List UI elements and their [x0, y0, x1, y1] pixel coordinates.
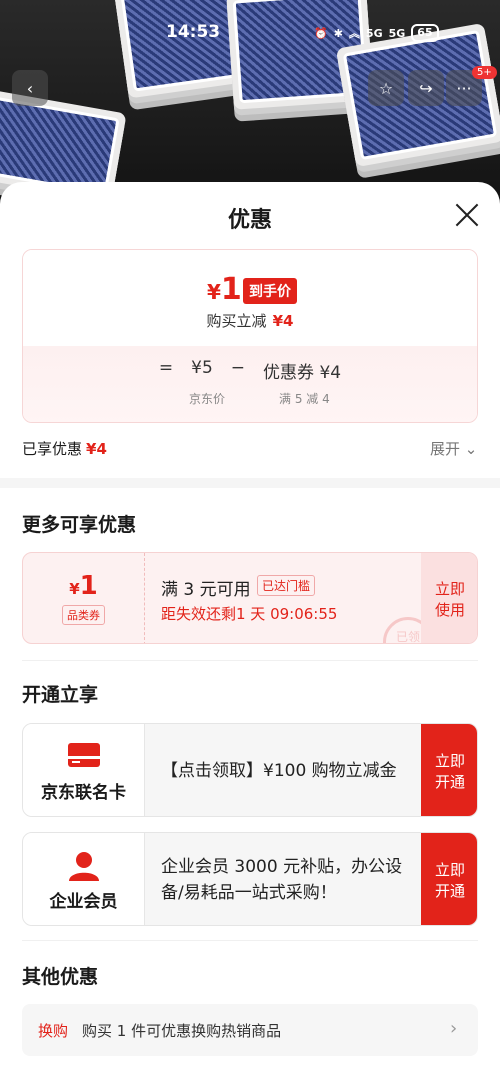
back-button[interactable]: ‹ [12, 70, 48, 106]
more-discounts-title: 更多可享优惠 [22, 514, 137, 536]
chevron-left-icon: ‹ [26, 78, 34, 98]
close-icon[interactable] [454, 202, 480, 228]
chevron-down-icon: ⌄ [464, 440, 478, 458]
divider [22, 940, 478, 941]
price-breakdown-card: ¥1 到手价 购买立减 ¥4 = ¥5 − 优惠券 ¥4 京东价 满 5 减 4 [22, 249, 478, 423]
favorite-button[interactable]: ☆ [368, 70, 404, 106]
credit-card-icon [66, 742, 102, 768]
wifi-icon: ︽ [348, 27, 360, 40]
trade-in-tag: 换购 [38, 1022, 69, 1040]
enjoyed-discount: 已享优惠 ¥4 [22, 440, 107, 458]
open-member-button[interactable]: 立即 开通 [421, 833, 477, 925]
base-price-caption: 京东价 [189, 392, 226, 406]
trade-in-offer[interactable]: 换购 购买 1 件可优惠换购热销商品 › [22, 1004, 478, 1056]
battery-icon: 65 [411, 24, 439, 42]
share-button[interactable]: ↪ [408, 70, 444, 106]
divider [22, 660, 478, 661]
signal-5g-icon-2: 5G [388, 26, 406, 40]
final-price: ¥1 [207, 272, 242, 307]
star-icon: ☆ [378, 78, 394, 98]
trade-in-text: 购买 1 件可优惠换购热销商品 [82, 1022, 282, 1040]
status-time: 14:53 [166, 22, 221, 42]
coupon-amount: ¥1 [69, 571, 98, 601]
card-desc: 【点击领取】¥100 购物立减金 [161, 761, 397, 781]
category-coupon: ¥1 品类券 满 3 元可用 已达门槛 距失效还剩1 天 09:06:55 已领… [22, 552, 478, 644]
member-desc: 企业会员 3000 元补贴，办公设备/易耗品一站式采购！ [161, 857, 403, 903]
sheet-title: 优惠 [227, 208, 272, 233]
jd-co-branded-card: 京东联名卡 【点击领取】¥100 购物立减金 立即 开通 [22, 723, 478, 817]
share-icon: ↪ [419, 78, 433, 98]
coupon-deduction: 优惠券 ¥4 [263, 363, 342, 383]
open-benefits-title: 开通立享 [22, 684, 99, 706]
threshold-badge: 已达门槛 [257, 575, 316, 596]
section-divider [0, 478, 500, 488]
alarm-icon: ⏰ [314, 26, 328, 40]
user-icon [66, 851, 102, 881]
coupon-expiry: 距失效还剩1 天 09:06:55 [161, 605, 338, 623]
use-coupon-button[interactable]: 立即 使用 [421, 553, 477, 643]
reduce-line: 购买立减 ¥4 [206, 312, 294, 330]
base-price: ¥5 [191, 358, 213, 378]
card-name: 京东联名卡 [41, 783, 126, 803]
final-price-tag: 到手价 [243, 278, 297, 304]
expand-button[interactable]: 展开 ⌄ [430, 438, 477, 459]
more-icon: ··· [456, 78, 472, 98]
member-name: 企业会员 [49, 892, 118, 912]
bluetooth-icon: ✱ [333, 26, 343, 40]
signal-5g-icon: 5G [365, 26, 383, 40]
coupon-caption: 满 5 减 4 [279, 392, 330, 406]
coupon-type: 品类券 [62, 605, 105, 625]
message-badge: 5+ [472, 66, 497, 79]
coupon-condition: 满 3 元可用 [161, 580, 251, 600]
chevron-right-icon: › [450, 1018, 458, 1039]
open-card-button[interactable]: 立即 开通 [421, 724, 477, 816]
other-discounts-title: 其他优惠 [22, 966, 99, 988]
price-formula: = ¥5 − 优惠券 ¥4 [158, 358, 342, 383]
discount-sheet: 优惠 ¥1 到手价 购买立减 ¥4 = ¥5 − 优惠券 ¥4 京东价 满 5 减… [0, 182, 500, 1085]
enterprise-member: 企业会员 企业会员 3000 元补贴，办公设备/易耗品一站式采购！ 立即 开通 [22, 832, 478, 926]
status-bar: 14:53 ⏰ ✱ ︽ 5G 5G 65 [0, 22, 500, 46]
